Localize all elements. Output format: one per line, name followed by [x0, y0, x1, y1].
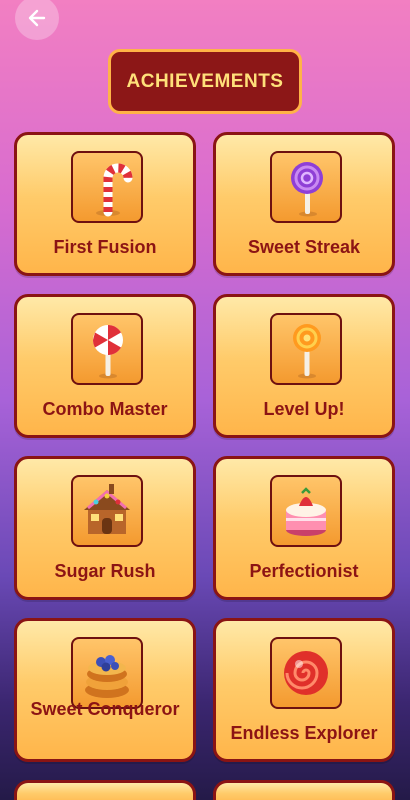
swirl-candy-icon — [270, 637, 342, 709]
achievement-label: Perfectionist — [249, 561, 359, 581]
achievement-card-sweet-streak[interactable]: Sweet Streak — [213, 132, 395, 276]
achievement-card-sugar-rush[interactable]: Sugar Rush — [14, 456, 196, 600]
achievement-label: First Fusion — [53, 237, 157, 257]
page-title: ACHIEVEMENTS — [126, 70, 284, 92]
swirl-lollipop-icon — [71, 313, 143, 385]
achievement-label: Combo Master — [42, 399, 168, 419]
back-button[interactable] — [15, 0, 59, 40]
achievement-card-sweet-conqueror[interactable]: Sweet Conqueror — [14, 618, 196, 762]
strawberry-cake-icon — [270, 475, 342, 547]
achievement-card-perfectionist[interactable]: Perfectionist — [213, 456, 395, 600]
achievement-label: Endless Explorer — [230, 723, 378, 743]
achievement-card-partial[interactable] — [213, 780, 395, 800]
achievement-card-partial[interactable] — [14, 780, 196, 800]
achievements-grid: First Fusion Sweet Streak Combo Master L… — [14, 132, 396, 800]
achievement-label: Sweet Streak — [247, 237, 361, 257]
achievement-card-combo-master[interactable]: Combo Master — [14, 294, 196, 438]
achievement-label: Sweet Conqueror — [30, 699, 180, 719]
achievement-card-level-up[interactable]: Level Up! — [213, 294, 395, 438]
candy-cane-icon — [71, 151, 143, 223]
achievement-label: Sugar Rush — [54, 561, 156, 581]
page-title-banner: ACHIEVEMENTS — [108, 49, 302, 114]
purple-lollipop-icon — [270, 151, 342, 223]
orange-lollipop-icon — [270, 313, 342, 385]
achievement-label: Level Up! — [263, 399, 345, 419]
achievement-card-first-fusion[interactable]: First Fusion — [14, 132, 196, 276]
arrow-left-icon — [28, 9, 46, 27]
gingerbread-house-icon — [71, 475, 143, 547]
achievement-card-endless-explorer[interactable]: Endless Explorer — [213, 618, 395, 762]
